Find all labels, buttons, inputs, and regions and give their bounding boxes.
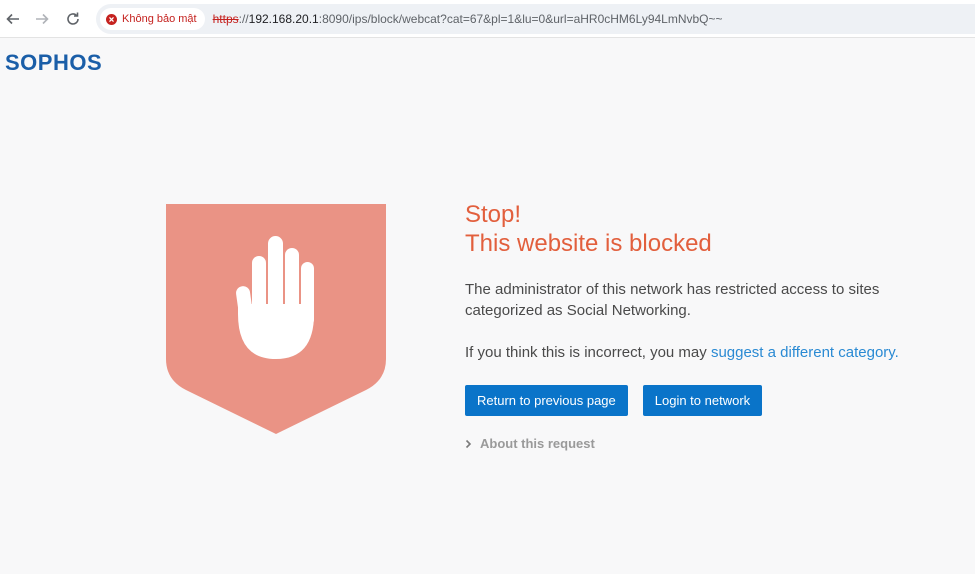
title-stop: Stop! — [465, 201, 522, 228]
forward-button[interactable] — [30, 7, 54, 31]
url-text[interactable]: https://192.168.20.1:8090/ips/block/webc… — [213, 12, 723, 26]
chevron-right-icon — [465, 439, 472, 448]
url-host: 192.168.20.1 — [248, 12, 319, 26]
title-blocked: This website is blocked — [465, 230, 712, 257]
forward-arrow-icon — [36, 13, 49, 25]
url-path: :8090/ips/block/webcat?cat=67&pl=1&lu=0&… — [318, 12, 723, 26]
block-description: The administrator of this network has re… — [465, 281, 880, 319]
shield-icon — [166, 204, 386, 434]
back-button[interactable] — [1, 7, 25, 31]
security-label: Không bảo mật — [122, 13, 197, 25]
sophos-logo: SOPHOS — [5, 50, 103, 75]
browser-toolbar: Không bảo mật https://192.168.20.1:8090/… — [0, 0, 975, 38]
url-scheme: https — [212, 12, 239, 26]
suggest-category-link[interactable]: suggest a different category. — [711, 344, 899, 361]
not-secure-icon — [106, 13, 117, 25]
back-arrow-icon — [6, 13, 19, 25]
return-previous-page-button[interactable]: Return to previous page — [465, 385, 628, 416]
about-request-label: About this request — [480, 436, 595, 451]
address-bar[interactable]: Không bảo mật https://192.168.20.1:8090/… — [96, 4, 975, 34]
reload-icon — [67, 12, 79, 25]
security-chip[interactable]: Không bảo mật — [100, 8, 205, 30]
reload-button[interactable] — [61, 7, 85, 31]
action-buttons: Return to previous page Login to network — [465, 385, 905, 416]
suggest-prefix: If you think this is incorrect, you may — [465, 344, 711, 361]
page-title: Stop! This website is blocked — [465, 200, 905, 258]
login-to-network-button[interactable]: Login to network — [642, 385, 763, 416]
block-message: Stop! This website is blocked The admini… — [465, 200, 905, 451]
url-separator: :// — [238, 12, 249, 26]
about-request-toggle[interactable]: About this request — [465, 436, 905, 451]
suggest-paragraph: If you think this is incorrect, you may … — [465, 342, 905, 363]
